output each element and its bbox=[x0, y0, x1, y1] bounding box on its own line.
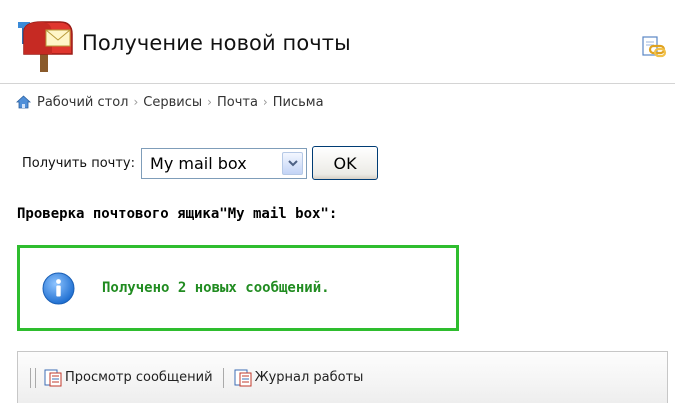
bottom-toolbar: Просмотр сообщений Журнал работы bbox=[17, 351, 668, 403]
info-message-box: Получено 2 новых сообщений. bbox=[17, 245, 459, 331]
page: Получение новой почты Рабочий стол › Сер… bbox=[0, 0, 675, 403]
page-title: Получение новой почты bbox=[82, 31, 351, 55]
fetch-mail-row: Получить почту: My mail box OK bbox=[22, 146, 379, 180]
breadcrumb-separator: › bbox=[207, 95, 212, 109]
breadcrumb-item-letters[interactable]: Письма bbox=[273, 95, 324, 110]
breadcrumb-item-desktop[interactable]: Рабочий стол bbox=[37, 95, 128, 110]
link-icon[interactable] bbox=[641, 36, 667, 58]
breadcrumb-item-services[interactable]: Сервисы bbox=[143, 95, 202, 110]
chevron-down-icon[interactable] bbox=[282, 151, 304, 175]
breadcrumb: Рабочий стол › Сервисы › Почта › Письма bbox=[16, 92, 324, 112]
document-list-icon bbox=[44, 369, 62, 386]
info-icon bbox=[42, 272, 75, 305]
view-messages-button[interactable]: Просмотр сообщений bbox=[44, 369, 213, 387]
document-list-icon bbox=[234, 369, 252, 386]
view-messages-label: Просмотр сообщений bbox=[65, 370, 213, 385]
work-log-button[interactable]: Журнал работы bbox=[234, 369, 364, 387]
mailbox-icon bbox=[18, 21, 73, 72]
breadcrumb-item-mail[interactable]: Почта bbox=[217, 95, 258, 110]
home-icon[interactable] bbox=[16, 95, 31, 109]
mailbox-check-heading: Проверка почтового ящика"My mail box": bbox=[17, 206, 338, 222]
breadcrumb-separator: › bbox=[262, 95, 268, 109]
breadcrumb-separator: › bbox=[133, 95, 139, 109]
mailbox-select[interactable]: My mail box bbox=[141, 147, 308, 179]
toolbar-separator bbox=[222, 367, 224, 388]
toolbar-grip bbox=[30, 367, 36, 388]
info-message-text: Получено 2 новых сообщений. bbox=[102, 280, 330, 296]
page-header: Получение новой почты bbox=[0, 0, 675, 84]
mailbox-select-value: My mail box bbox=[150, 153, 247, 173]
fetch-mail-label: Получить почту: bbox=[22, 155, 136, 171]
work-log-label: Журнал работы bbox=[254, 370, 364, 385]
ok-button[interactable]: OK bbox=[312, 146, 379, 180]
